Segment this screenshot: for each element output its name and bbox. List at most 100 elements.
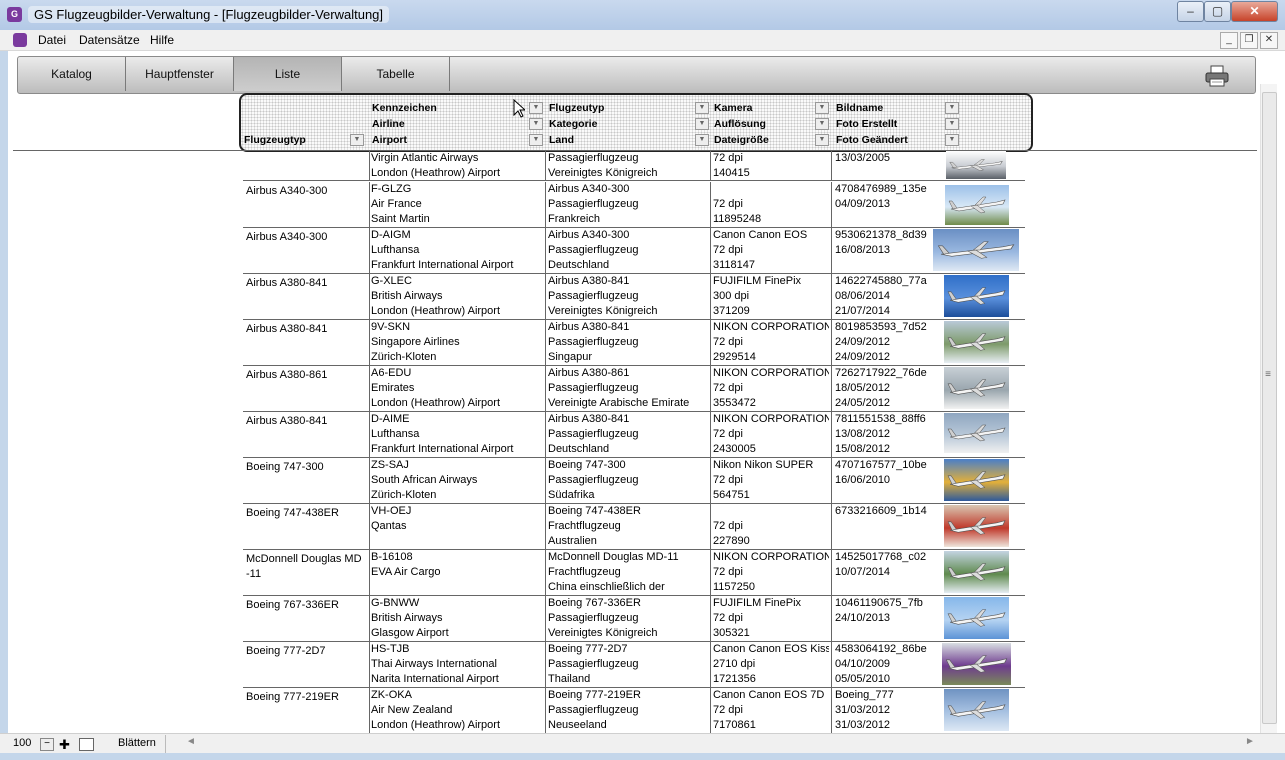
printer-icon[interactable] — [1204, 65, 1230, 87]
cell-line: G-BNWW — [371, 597, 420, 609]
column-separator — [710, 182, 711, 228]
cell-line: 24/09/2012 — [835, 336, 891, 348]
table-row[interactable]: McDonnell Douglas MD -11 B-16108 EVA Air C… — [0, 550, 1258, 596]
aircraft-photo-thumbnail[interactable] — [944, 551, 1009, 593]
cell-flugzeugtyp: Boeing 747-300 — [246, 461, 324, 473]
table-row[interactable]: Airbus A380-841 9V-SKN Singapore Airlines Z… — [0, 320, 1258, 366]
tab-liste[interactable]: Liste — [234, 57, 342, 91]
table-row[interactable]: Boeing 747-300 ZS-SAJ South African Airway… — [0, 458, 1258, 504]
aircraft-photo-thumbnail[interactable] — [944, 321, 1009, 363]
table-row[interactable]: Boeing 777-219ER ZK-OKA Air New Zealand Lon… — [0, 688, 1258, 733]
airplane-icon — [947, 701, 1006, 719]
aircraft-photo-thumbnail[interactable] — [942, 643, 1011, 685]
column-separator — [369, 366, 370, 412]
table-row[interactable]: Airbus A340-300 F-GLZG Air France Saint Mar… — [0, 182, 1258, 228]
close-button[interactable]: ✕ — [1231, 1, 1278, 22]
cell-typ-kategorie-land: Boeing 777-219ER Passagierflugzeug Neuseel… — [548, 688, 708, 733]
sort-dropdown-icon[interactable]: ▼ — [945, 118, 959, 130]
header-flugzeugtyp: Flugzeugtyp — [244, 134, 306, 146]
cell-line: Lufthansa — [371, 428, 420, 440]
vertical-scrollbar[interactable]: ≡ — [1260, 84, 1277, 734]
cell-line: 140415 — [713, 167, 750, 179]
column-separator — [369, 274, 370, 320]
cell-line: 05/05/2010 — [835, 673, 891, 685]
mdi-minimize-button[interactable]: _ — [1220, 32, 1238, 49]
table-row[interactable]: Boeing 747-438ER VH-OEJ Qantas Boeing 747-4… — [0, 504, 1258, 550]
cell-line: 7262717922_76de — [835, 367, 927, 379]
cell-line: Frachtflugzeug — [548, 566, 621, 578]
mouse-cursor-icon — [513, 99, 525, 118]
column-separator — [710, 366, 711, 412]
sort-dropdown-icon[interactable]: ▼ — [945, 102, 959, 114]
aircraft-photo-thumbnail[interactable] — [944, 459, 1009, 501]
scroll-left-icon[interactable]: ◄ — [186, 736, 196, 747]
cell-line: Deutschland — [548, 443, 610, 455]
cell-line: Airbus A340-300 — [548, 183, 630, 195]
cell-line — [371, 534, 541, 549]
aircraft-photo-thumbnail[interactable] — [944, 597, 1009, 639]
maximize-button[interactable]: ▢ — [1204, 1, 1231, 22]
sort-dropdown-icon[interactable]: ▼ — [695, 102, 709, 114]
cell-line: Vereinigtes Königreich — [548, 627, 658, 639]
cell-line: Air New Zealand — [371, 704, 453, 716]
menu-datei[interactable]: Datei — [38, 33, 66, 47]
airplane-icon — [947, 609, 1006, 627]
cell-flugzeugtyp: Boeing 777-219ER — [246, 691, 339, 703]
aircraft-photo-thumbnail[interactable] — [944, 367, 1009, 409]
mdi-close-button[interactable]: ✕ — [1260, 32, 1278, 49]
scroll-right-icon[interactable]: ► — [1245, 736, 1255, 747]
menu-datensaetze[interactable]: Datensätze — [79, 33, 140, 47]
table-row[interactable]: Boeing 777-2D7 HS-TJB Thai Airways Interna… — [0, 642, 1258, 688]
aircraft-photo-thumbnail[interactable] — [946, 151, 1006, 179]
airplane-icon — [947, 471, 1006, 489]
sort-dropdown-icon[interactable]: ▼ — [815, 118, 829, 130]
mdi-restore-button[interactable]: ❐ — [1240, 32, 1258, 49]
cell-line: 24/05/2012 — [835, 397, 891, 409]
table-row[interactable]: Airbus A340-300 D-AIGM Lufthansa Frankfurt … — [0, 228, 1258, 274]
sort-dropdown-icon[interactable]: ▼ — [350, 134, 364, 146]
sort-dropdown-icon[interactable]: ▼ — [815, 102, 829, 114]
table-row[interactable]: Airbus A380-841 G-XLEC British Airways Lond… — [0, 274, 1258, 320]
document-icon[interactable] — [13, 33, 27, 47]
zoom-in-icon[interactable]: ✚ — [59, 737, 70, 753]
tab-hauptfenster[interactable]: Hauptfenster — [126, 57, 234, 91]
sort-dropdown-icon[interactable]: ▼ — [529, 134, 543, 146]
column-separator — [831, 228, 832, 274]
table-row[interactable]: Airbus A380-841 D-AIME Lufthansa Frankfurt … — [0, 412, 1258, 458]
sort-dropdown-icon[interactable]: ▼ — [945, 134, 959, 146]
cell-line: London (Heathrow) Airport — [371, 167, 501, 179]
sort-dropdown-icon[interactable]: ▼ — [529, 102, 543, 114]
zoom-out-icon[interactable]: − — [40, 738, 54, 751]
table-row[interactable]: Airbus A380-861 A6-EDU Emirates London (Hea… — [0, 366, 1258, 412]
tab-tabelle[interactable]: Tabelle — [342, 57, 450, 91]
aircraft-photo-thumbnail[interactable] — [944, 505, 1009, 547]
sort-dropdown-icon[interactable]: ▼ — [695, 134, 709, 146]
sort-dropdown-icon[interactable]: ▼ — [815, 134, 829, 146]
cell-typ-kategorie-land: Airbus A340-300 Passagierflugzeug Frankrei… — [548, 182, 708, 227]
minimize-button[interactable]: – — [1177, 1, 1204, 22]
table-row[interactable]: Virgin Atlantic Airways London (Heathrow)… — [0, 151, 1258, 181]
tab-katalog[interactable]: Katalog — [18, 57, 126, 91]
table-row[interactable]: Boeing 767-336ER G-BNWW British Airways Gla… — [0, 596, 1258, 642]
column-separator — [831, 320, 832, 366]
cell-line: Boeing_777 — [835, 689, 894, 701]
aircraft-photo-thumbnail[interactable] — [944, 275, 1009, 317]
aircraft-photo-thumbnail[interactable] — [933, 229, 1019, 271]
header-aufloesung: Auflösung — [714, 118, 766, 130]
sort-dropdown-icon[interactable]: ▼ — [695, 118, 709, 130]
airplane-icon — [948, 196, 1006, 214]
cell-line — [835, 626, 945, 641]
cell-line: Boeing 747-438ER — [548, 505, 641, 517]
sort-dropdown-icon[interactable]: ▼ — [529, 118, 543, 130]
aircraft-photo-thumbnail[interactable] — [944, 689, 1009, 731]
menu-hilfe[interactable]: Hilfe — [150, 33, 174, 47]
cell-typ-kategorie-land: McDonnell Douglas MD-11 Frachtflugzeug Chi… — [548, 550, 708, 595]
cell-line: Vereinigtes Königreich — [548, 167, 658, 179]
layout-icon[interactable] — [79, 738, 94, 751]
cell-line: Passagierflugzeug — [548, 658, 639, 670]
aircraft-photo-thumbnail[interactable] — [944, 413, 1009, 453]
aircraft-photo-thumbnail[interactable] — [945, 185, 1009, 225]
column-separator — [710, 596, 711, 642]
scrollbar-thumb[interactable] — [1262, 92, 1277, 724]
cell-line: 13/03/2005 — [835, 152, 891, 164]
